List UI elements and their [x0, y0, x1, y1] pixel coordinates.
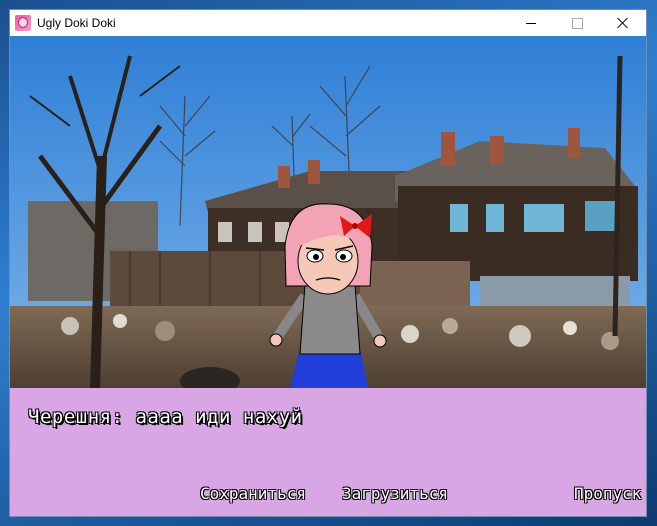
game-window: Ugly Doki Doki Черешня: аааа иди нахуй С… — [10, 10, 646, 516]
minimize-button[interactable] — [508, 10, 554, 36]
close-icon — [617, 17, 629, 29]
scene-background[interactable] — [10, 36, 646, 388]
maximize-icon — [571, 17, 583, 29]
load-button[interactable]: Загрузиться — [342, 484, 448, 503]
window-title: Ugly Doki Doki — [37, 16, 116, 30]
scene-illustration — [10, 36, 646, 388]
dialogue-text: Черешня: аааа иди нахуй — [28, 406, 303, 428]
close-button[interactable] — [600, 10, 646, 36]
save-button[interactable]: Сохраниться — [200, 484, 306, 503]
maximize-button[interactable] — [554, 10, 600, 36]
skip-button[interactable]: Пропуск — [574, 484, 641, 503]
minimize-icon — [526, 22, 536, 24]
dialogue-box[interactable]: Черешня: аааа иди нахуй Сохраниться Загр… — [10, 388, 646, 516]
title-bar[interactable]: Ugly Doki Doki — [10, 10, 646, 36]
app-icon — [15, 15, 31, 31]
